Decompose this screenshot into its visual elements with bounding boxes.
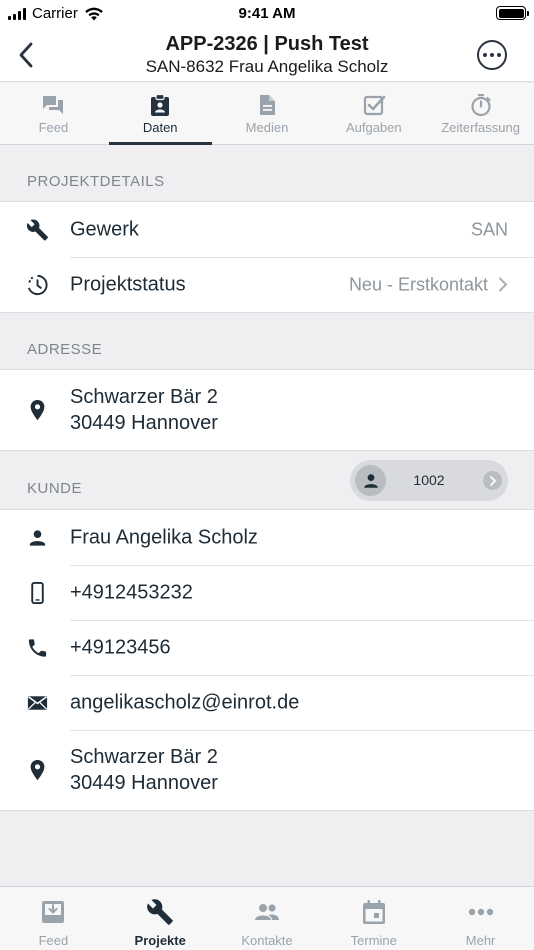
clipboard-icon	[151, 93, 170, 116]
people-icon	[254, 904, 279, 920]
status-time: 9:41 AM	[238, 5, 296, 22]
bottom-tab-projekte[interactable]: Projekte	[107, 887, 214, 950]
kunde-city: 30449 Hannover	[70, 772, 218, 794]
row-gewerk: Gewerk SAN	[0, 202, 534, 257]
bottom-tab-kontakte[interactable]: Kontakte	[214, 887, 321, 950]
more-options-button[interactable]	[477, 40, 507, 70]
gewerk-value: SAN	[470, 219, 508, 239]
status-bar: Carrier 9:41 AM	[0, 0, 534, 28]
section-heading-adresse: ADRESSE	[27, 341, 103, 358]
more-dots-icon	[468, 908, 493, 916]
row-kunde-name[interactable]: Frau Angelika Scholz	[0, 510, 534, 565]
calendar-icon	[362, 900, 385, 924]
smartphone-icon	[31, 581, 44, 604]
tab-daten[interactable]: Daten	[107, 83, 214, 145]
kunde-name: Frau Angelika Scholz	[70, 526, 258, 548]
page-subtitle: SAN-8632 Frau Angelika Scholz	[145, 57, 389, 76]
more-dots-icon	[483, 53, 487, 57]
email-icon	[27, 695, 48, 710]
tab-label: Medien	[245, 120, 289, 135]
wrench-icon	[26, 219, 49, 241]
go-arrow-button[interactable]	[483, 471, 502, 490]
status-icon	[27, 274, 48, 295]
page-title: APP-2326 | Push Test	[165, 33, 369, 55]
tab-feed[interactable]: Feed	[0, 83, 107, 144]
bottom-tab-termine[interactable]: Termine	[320, 887, 427, 950]
bottom-tab-label: Feed	[38, 933, 69, 948]
kunde-street: Schwarzer Bär 2	[70, 746, 218, 768]
chevron-right-icon	[489, 475, 496, 486]
stopwatch-icon	[470, 94, 491, 117]
tab-label: Daten	[142, 120, 178, 135]
wrench-icon	[147, 899, 174, 925]
adresse-group: Schwarzer Bär 2 30449 Hannover	[0, 369, 534, 451]
row-kunde-mobile[interactable]: +4912453232	[0, 565, 534, 620]
tab-medien[interactable]: Medien	[214, 83, 321, 144]
projektdetails-group: Gewerk SAN Projektstatus Neu - Erstkonta…	[0, 201, 534, 313]
customer-number-badge[interactable]: 1002	[350, 460, 508, 501]
bottom-tab-bar: Feed Projekte Kontakte Termine Mehr	[0, 886, 534, 950]
document-icon	[259, 95, 275, 115]
navigation-bar: APP-2326 | Push Test SAN-8632 Frau Angel…	[0, 28, 534, 82]
tab-label: Feed	[38, 120, 69, 135]
kunde-adresse-text: Schwarzer Bär 2 30449 Hannover	[70, 744, 218, 796]
gewerk-label: Gewerk	[70, 218, 139, 240]
kunde-mobile: +4912453232	[70, 581, 193, 603]
row-adresse[interactable]: Schwarzer Bär 2 30449 Hannover	[0, 370, 534, 450]
chat-icon	[43, 96, 64, 114]
adresse-text: Schwarzer Bär 2 30449 Hannover	[70, 384, 218, 436]
kunde-group: Frau Angelika Scholz +4912453232 +491234…	[0, 509, 534, 811]
battery-icon	[496, 6, 529, 20]
tab-zeiterfassung[interactable]: Zeiterfassung	[427, 83, 534, 144]
location-pin-icon	[30, 759, 45, 781]
row-kunde-phone[interactable]: +49123456	[0, 620, 534, 675]
projektstatus-value: Neu - Erstkontakt	[348, 274, 488, 294]
phone-icon	[28, 638, 47, 657]
row-kunde-adresse[interactable]: Schwarzer Bär 2 30449 Hannover	[0, 730, 534, 810]
project-tab-bar: Feed Daten Medien Aufgaben Zeiterfassung	[0, 83, 534, 145]
checkbox-icon	[363, 95, 386, 116]
tab-label: Zeiterfassung	[441, 120, 520, 135]
adresse-city: 30449 Hannover	[70, 412, 218, 434]
section-heading-projektdetails: PROJEKTDETAILS	[27, 173, 165, 190]
bottom-tab-feed[interactable]: Feed	[0, 887, 107, 950]
location-pin-icon	[30, 399, 45, 421]
projektstatus-label: Projektstatus	[70, 273, 186, 295]
adresse-street: Schwarzer Bär 2	[70, 386, 218, 408]
bottom-tab-label: Projekte	[134, 933, 186, 948]
tab-aufgaben[interactable]: Aufgaben	[320, 83, 427, 144]
row-projektstatus[interactable]: Projektstatus Neu - Erstkontakt	[0, 257, 534, 312]
bottom-tab-label: Termine	[350, 933, 397, 948]
projektstatus-value-wrap: Neu - Erstkontakt	[349, 274, 508, 295]
bottom-tab-mehr[interactable]: Mehr	[427, 887, 534, 950]
row-kunde-email[interactable]: angelikascholz@einrot.de	[0, 675, 534, 730]
bottom-tab-label: Mehr	[465, 933, 496, 948]
kunde-phone: +49123456	[70, 636, 171, 658]
inbox-icon	[42, 901, 65, 923]
chevron-right-icon	[499, 277, 507, 292]
person-icon	[29, 529, 46, 546]
bottom-tab-label: Kontakte	[241, 933, 293, 948]
kunde-email: angelikascholz@einrot.de	[70, 691, 300, 713]
tab-label: Aufgaben	[345, 120, 402, 135]
